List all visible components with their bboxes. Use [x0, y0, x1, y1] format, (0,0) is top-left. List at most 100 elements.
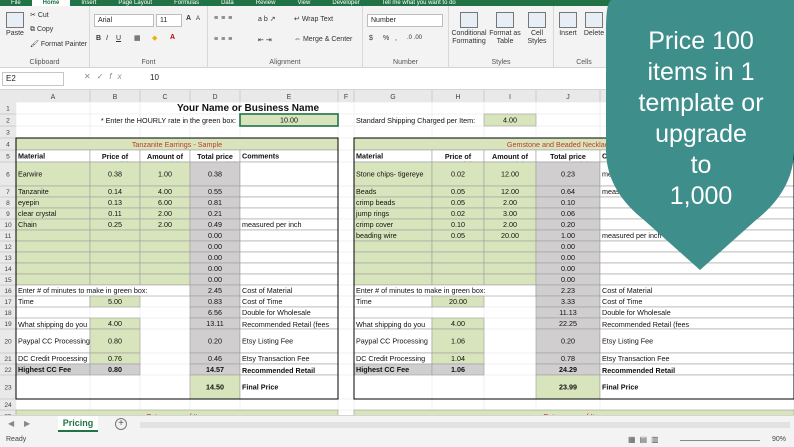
zoom-level[interactable]: 90% [772, 436, 786, 443]
right-amount-cell [483, 240, 537, 253]
row-header-11: 11 [5, 233, 12, 240]
align-top-icons[interactable]: ≡≡≡ [214, 15, 235, 22]
wrap-icon: ↵ [294, 16, 302, 23]
currency-button[interactable]: $ [369, 35, 373, 42]
next-sheet-icon[interactable]: ▶ [24, 419, 30, 428]
row-header-18: 18 [4, 310, 12, 317]
cell-text: 6.56 [208, 308, 222, 317]
paste-button[interactable]: Paste [4, 12, 26, 38]
format-painter-button[interactable]: 🖌 Format Painter [30, 40, 87, 48]
fill-color-icon[interactable]: ◆ [152, 34, 157, 42]
row-header-17: 17 [4, 299, 12, 306]
add-sheet-button[interactable]: + [115, 418, 127, 430]
alignment-group-label: Alignment [269, 59, 301, 66]
cell-text: 23.99 [559, 383, 577, 392]
view-mode-icons[interactable]: ▦▤▥ [628, 435, 663, 444]
right-amount: 3.00 [503, 209, 517, 218]
row-header-21: 21 [4, 356, 12, 363]
indent-icons[interactable]: ⇤⇥ [258, 36, 274, 44]
formula-icons[interactable]: ✕✓fx [84, 72, 128, 81]
left-total: 0.81 [208, 198, 222, 207]
delete-icon [585, 12, 603, 28]
left-material-cell [15, 273, 91, 286]
cell-text: Highest CC Fee [356, 365, 409, 374]
right-total: 0.00 [561, 264, 575, 273]
right-price: 0.05 [451, 231, 465, 240]
merge-center-button[interactable]: ⇔ Merge & Center [294, 36, 352, 43]
prev-sheet-icon[interactable]: ◀ [8, 419, 14, 428]
right-amount: 20.00 [501, 231, 519, 240]
right-total: 0.06 [561, 209, 575, 218]
left-price-cell [89, 251, 141, 264]
number-format-select[interactable]: Number [367, 14, 443, 27]
decimal-icons[interactable]: .0 .00 [407, 35, 422, 41]
delete-button[interactable]: Delete [582, 12, 606, 38]
cell-text: 22.25 [559, 319, 577, 328]
right-price-cell [431, 240, 485, 253]
left-amount-cell [139, 273, 191, 286]
align-left-icons[interactable]: ≡≡≡ [214, 36, 235, 43]
horizontal-scrollbar[interactable] [140, 422, 790, 428]
font-color-icon[interactable]: A [170, 34, 175, 41]
copy-button[interactable]: ⧉ Copy [30, 26, 53, 34]
cells-group-label: Cells [576, 59, 592, 66]
conditional-formatting-button[interactable]: Conditional Formatting [451, 12, 487, 46]
clipboard-group-label: Clipboard [29, 59, 60, 66]
insert-icon [559, 12, 577, 28]
cells-group: Insert Delete Cells [554, 6, 614, 68]
fx-icon[interactable]: fx [109, 72, 127, 81]
cell-text: Time [356, 297, 372, 306]
left-amount: 6.00 [158, 198, 172, 207]
status-ready: Ready [6, 436, 27, 443]
orientation-icon[interactable]: ab↗ [258, 15, 278, 23]
font-size-select[interactable]: 11 [156, 14, 182, 27]
cell-text: Etsy Listing Fee [242, 337, 293, 346]
left-material: Earwire [18, 170, 42, 179]
right-col-header-text: Material [356, 152, 383, 161]
excel-window: File Home Insert Page Layout Formulas Data Rev… [0, 0, 794, 447]
cell-text: 0.20 [208, 337, 222, 346]
right-amount-cell [483, 262, 537, 275]
insert-button[interactable]: Insert [556, 12, 580, 38]
left-amount-cell [139, 262, 191, 275]
row-header-12: 12 [4, 244, 12, 251]
borders-icon[interactable]: ▦ [134, 34, 141, 42]
promo-line: upgrade [655, 120, 747, 148]
right-total: 0.10 [561, 198, 575, 207]
font-name-select[interactable]: Arial [94, 14, 154, 27]
grow-font-button[interactable]: A [186, 15, 191, 22]
clipboard-group: Paste ✂ Cut ⧉ Copy 🖌 Format Painter Clip… [0, 6, 90, 68]
italic-button[interactable]: I [106, 35, 108, 42]
right-total: 0.00 [561, 275, 575, 284]
formula-input[interactable]: 10 [150, 73, 159, 82]
row-header-19: 19 [4, 321, 12, 328]
cell-styles-button[interactable]: Cell Styles [523, 12, 551, 46]
row-header-5: 5 [6, 154, 10, 161]
comma-button[interactable]: , [395, 35, 397, 42]
right-shipping-question: What shipping do you [356, 320, 425, 329]
cut-button[interactable]: ✂ Cut [30, 11, 49, 19]
column-header-H: H [455, 94, 460, 101]
cell-text: Etsy Listing Fee [602, 337, 653, 346]
row-header-9: 9 [6, 211, 10, 218]
left-material: Chain [18, 220, 37, 229]
underline-button[interactable]: U [116, 35, 121, 42]
row-header-14: 14 [4, 266, 12, 273]
shrink-font-button[interactable]: A [196, 16, 200, 22]
percent-button[interactable]: % [383, 35, 389, 42]
cell-text: Etsy Transaction Fee [602, 354, 670, 363]
row-header-3: 3 [6, 130, 10, 137]
sheet-tab-pricing[interactable]: Pricing [58, 416, 98, 432]
name-box[interactable]: E2 [2, 72, 64, 86]
cell-text: 0.46 [208, 354, 222, 363]
format-as-table-button[interactable]: Format as Table [489, 12, 521, 46]
cell-text: Cost of Material [242, 286, 293, 295]
left-amount-cell [139, 251, 191, 264]
bold-button[interactable]: B [96, 35, 101, 42]
zoom-slider[interactable] [680, 440, 760, 441]
right-total: 0.20 [561, 220, 575, 229]
right-price: 0.02 [451, 170, 465, 179]
right-price: 0.02 [451, 209, 465, 218]
left-comment-cell [239, 262, 339, 275]
wrap-text-button[interactable]: ↵ Wrap Text [294, 15, 333, 23]
